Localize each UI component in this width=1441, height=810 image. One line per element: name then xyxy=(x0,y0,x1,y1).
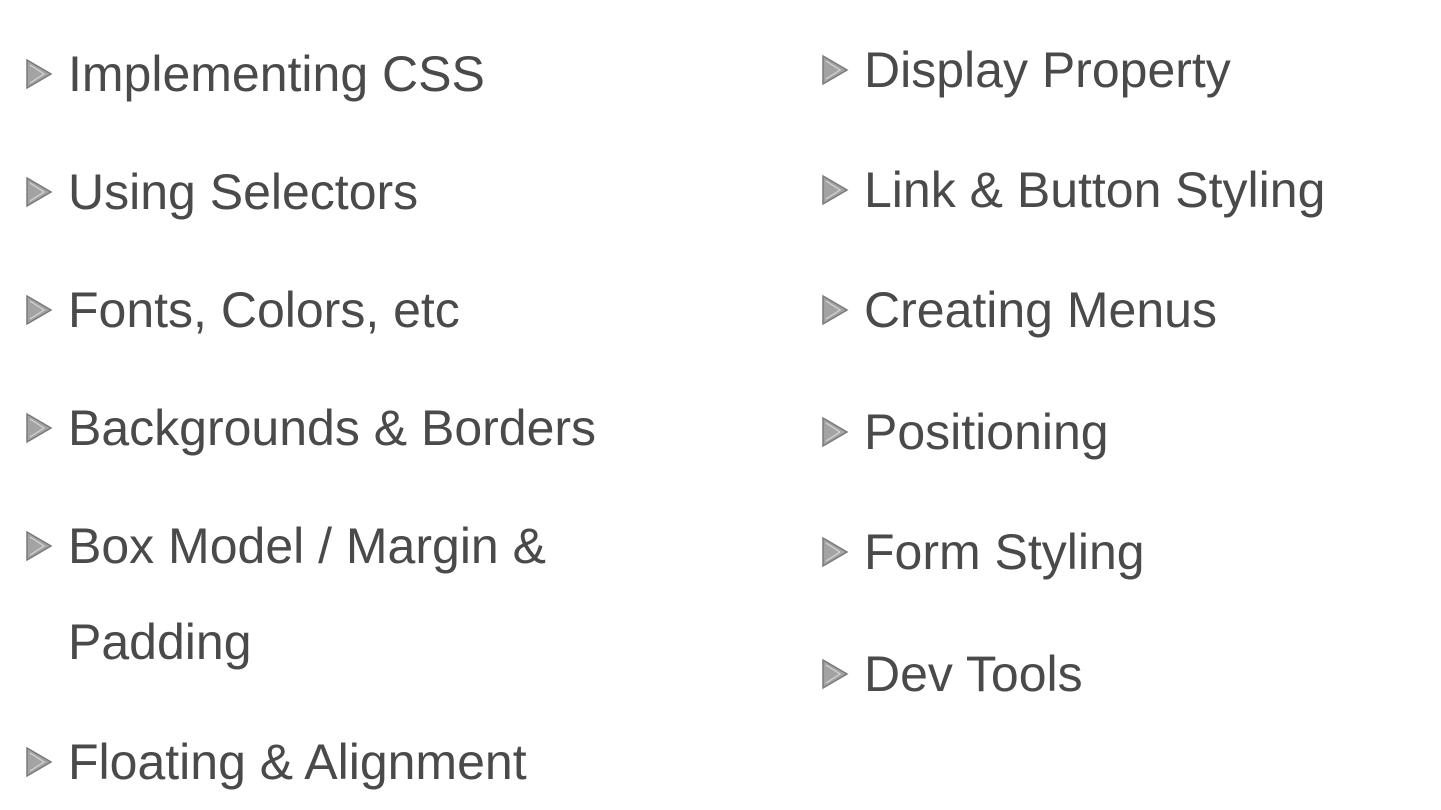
list-item: Dev Tools xyxy=(820,626,1083,722)
list-item-label: Implementing CSS xyxy=(68,46,485,102)
list-item-label: Creating Menus xyxy=(864,282,1217,338)
list-item: Positioning xyxy=(820,384,1109,480)
slide: Implementing CSS Using Selectors Fonts, … xyxy=(0,0,1441,801)
list-item: Using Selectors xyxy=(24,144,418,240)
triangle-bullet-icon xyxy=(822,658,849,690)
list-item: Implementing CSS xyxy=(24,26,485,122)
list-item: Backgrounds & Borders xyxy=(24,380,596,476)
list-item: Creating Menus xyxy=(820,262,1217,358)
list-item: Fonts, Colors, etc xyxy=(24,262,460,358)
list-item: Box Model / Margin & Padding xyxy=(24,498,624,690)
list-item-label: Display Property xyxy=(864,42,1231,98)
list-item: Form Styling xyxy=(820,504,1145,600)
triangle-bullet-icon xyxy=(26,294,53,326)
triangle-bullet-icon xyxy=(822,54,849,86)
list-item-label: Using Selectors xyxy=(68,164,419,220)
list-item: Display Property xyxy=(820,22,1231,118)
triangle-bullet-icon xyxy=(26,412,53,444)
list-item: Link & Button Styling xyxy=(820,142,1325,238)
triangle-bullet-icon xyxy=(26,746,53,778)
list-item-label: Positioning xyxy=(864,404,1109,460)
list-item-label: Fonts, Colors, etc xyxy=(68,282,460,338)
list-item-label: Link & Button Styling xyxy=(864,162,1326,218)
triangle-bullet-icon xyxy=(26,530,53,562)
list-item-label: Dev Tools xyxy=(864,646,1083,702)
list-item-label: Form Styling xyxy=(864,524,1145,580)
triangle-bullet-icon xyxy=(26,176,53,208)
triangle-bullet-icon xyxy=(822,174,849,206)
list-item-label: Backgrounds & Borders xyxy=(68,400,597,456)
triangle-bullet-icon xyxy=(822,294,849,326)
triangle-bullet-icon xyxy=(822,536,849,568)
list-item-label: Floating & Alignment xyxy=(68,734,527,790)
triangle-bullet-icon xyxy=(822,416,849,448)
triangle-bullet-icon xyxy=(26,58,53,90)
list-item: Floating & Alignment xyxy=(24,714,527,810)
list-item-label: Box Model / Margin & Padding xyxy=(68,518,546,670)
